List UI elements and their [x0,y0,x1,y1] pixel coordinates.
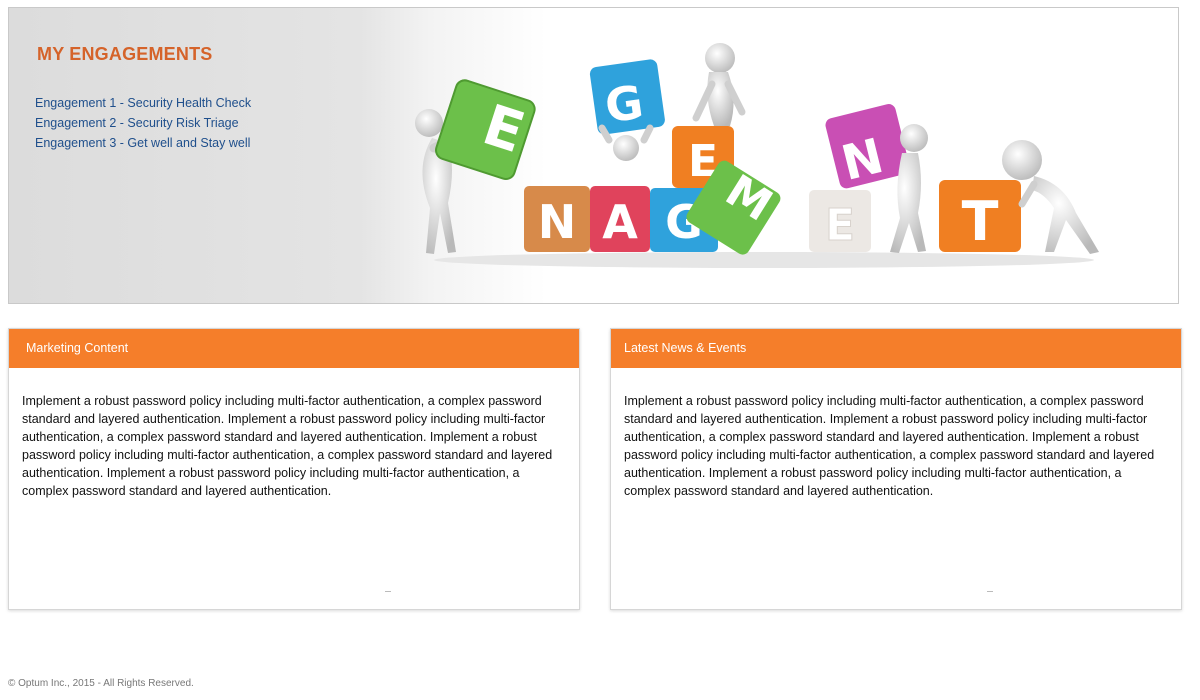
engagement-list: Engagement 1 - Security Health Check Eng… [35,93,251,153]
engagement-banner: MY ENGAGEMENTS Engagement 1 - Security H… [8,7,1179,304]
news-more-indicator [987,591,993,592]
engagement-link-2[interactable]: Engagement 2 - Security Risk Triage [35,113,251,133]
news-events-body: Implement a robust password policy inclu… [624,394,1155,498]
footer-copyright: © Optum Inc., 2015 - All Rights Reserved… [8,678,194,689]
news-events-panel: Latest News & Events Implement a robust … [610,328,1182,610]
news-events-header: Latest News & Events [611,329,1181,368]
cube-letter-t: T [962,190,999,253]
marketing-content-header: Marketing Content [9,329,579,368]
floor-shadow [434,252,1094,268]
cube-letter-e3: E [825,200,855,251]
cube-letter-a: A [602,195,638,249]
engagement-link-1[interactable]: Engagement 1 - Security Health Check [35,93,251,113]
engagement-link-3[interactable]: Engagement 3 - Get well and Stay well [35,133,251,153]
banner-title: MY ENGAGEMENTS [37,44,213,64]
marketing-content-panel: Marketing Content Implement a robust pas… [8,328,580,610]
cube-letter-g1: G [602,75,647,134]
cube-letter-n1: N [538,195,577,249]
engagement-illustration: E G E N A G M E N T [415,43,1099,268]
marketing-content-body: Implement a robust password policy inclu… [22,394,553,498]
figure-top [692,43,746,126]
marketing-more-indicator [385,591,391,592]
